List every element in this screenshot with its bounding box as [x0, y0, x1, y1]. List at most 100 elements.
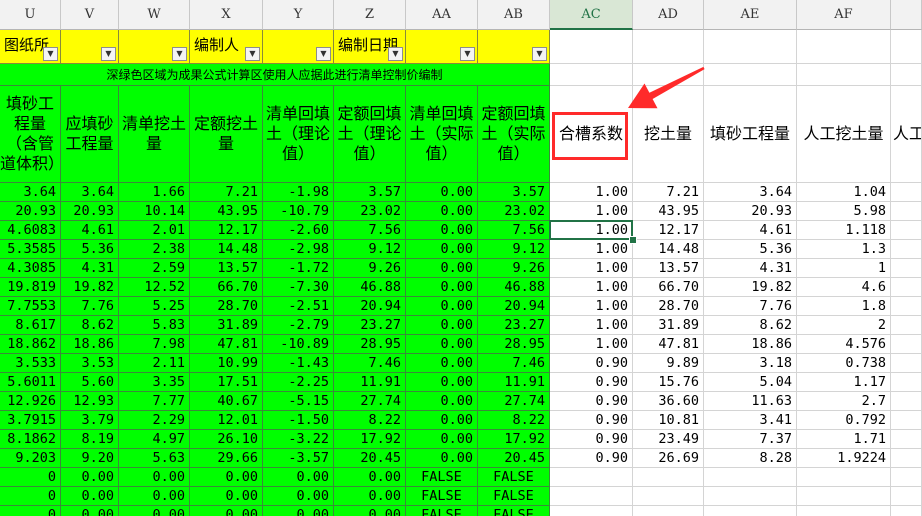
- data-cell[interactable]: [891, 392, 922, 411]
- column-title-8[interactable]: 合槽系数: [550, 86, 633, 183]
- filter-cell[interactable]: 编制人 ▼: [190, 30, 263, 64]
- data-cell[interactable]: 3.41: [704, 411, 797, 430]
- data-cell[interactable]: 1.00: [550, 316, 633, 335]
- column-header-ac[interactable]: AC: [550, 0, 633, 30]
- data-cell[interactable]: 20.93: [61, 202, 119, 221]
- data-cell[interactable]: 0.00: [406, 297, 478, 316]
- data-cell[interactable]: 9.26: [478, 259, 550, 278]
- data-cell[interactable]: 1.00: [550, 183, 633, 202]
- data-cell[interactable]: 12.52: [119, 278, 190, 297]
- data-cell[interactable]: FALSE: [478, 506, 550, 516]
- empty-cell[interactable]: [704, 30, 797, 64]
- data-cell[interactable]: 11.63: [704, 392, 797, 411]
- data-cell[interactable]: 28.95: [334, 335, 406, 354]
- data-cell[interactable]: [891, 449, 922, 468]
- column-title-0[interactable]: 填砂工程量（含管道体积）: [0, 86, 61, 183]
- data-cell[interactable]: [633, 487, 704, 506]
- data-cell[interactable]: 12.17: [633, 221, 704, 240]
- data-cell[interactable]: [891, 297, 922, 316]
- data-cell[interactable]: 7.46: [478, 354, 550, 373]
- data-cell[interactable]: 7.76: [704, 297, 797, 316]
- data-cell[interactable]: 18.862: [0, 335, 61, 354]
- data-cell[interactable]: 0.00: [406, 240, 478, 259]
- data-cell[interactable]: 0.00: [61, 506, 119, 516]
- data-cell[interactable]: 0.00: [406, 221, 478, 240]
- data-cell[interactable]: 40.67: [190, 392, 263, 411]
- data-cell[interactable]: 0.00: [263, 506, 334, 516]
- filter-cell[interactable]: 图纸所 ▼: [0, 30, 61, 64]
- empty-cell[interactable]: [797, 30, 891, 64]
- data-cell[interactable]: FALSE: [406, 506, 478, 516]
- dropdown-arrow-icon[interactable]: ▼: [101, 47, 116, 61]
- data-cell[interactable]: 1.00: [550, 297, 633, 316]
- column-title-11[interactable]: 人工挖土量: [797, 86, 891, 183]
- data-cell[interactable]: 43.95: [190, 202, 263, 221]
- data-cell[interactable]: FALSE: [406, 487, 478, 506]
- data-cell[interactable]: 14.48: [190, 240, 263, 259]
- data-cell[interactable]: -7.30: [263, 278, 334, 297]
- data-cell[interactable]: [633, 468, 704, 487]
- data-cell[interactable]: 1.04: [797, 183, 891, 202]
- data-cell[interactable]: 46.88: [478, 278, 550, 297]
- column-header-ab[interactable]: AB: [478, 0, 550, 30]
- data-cell[interactable]: 23.27: [478, 316, 550, 335]
- data-cell[interactable]: 0.738: [797, 354, 891, 373]
- column-header-v[interactable]: V: [61, 0, 119, 30]
- data-cell[interactable]: 1.9224: [797, 449, 891, 468]
- data-cell[interactable]: 0.00: [406, 259, 478, 278]
- empty-cell[interactable]: [633, 64, 704, 86]
- data-cell[interactable]: 18.86: [704, 335, 797, 354]
- data-cell[interactable]: [891, 221, 922, 240]
- data-cell[interactable]: -3.57: [263, 449, 334, 468]
- data-cell[interactable]: 31.89: [633, 316, 704, 335]
- data-cell[interactable]: 1.00: [550, 259, 633, 278]
- data-cell[interactable]: [550, 506, 633, 516]
- data-cell[interactable]: FALSE: [478, 468, 550, 487]
- column-title-7[interactable]: 定额回填土（实际值）: [478, 86, 550, 183]
- data-cell[interactable]: 0.00: [406, 449, 478, 468]
- data-cell[interactable]: 7.7553: [0, 297, 61, 316]
- data-cell[interactable]: FALSE: [478, 487, 550, 506]
- filter-cell[interactable]: ▼: [119, 30, 190, 64]
- data-cell[interactable]: -1.50: [263, 411, 334, 430]
- data-cell[interactable]: 28.70: [633, 297, 704, 316]
- dropdown-arrow-icon[interactable]: ▼: [172, 47, 187, 61]
- data-cell[interactable]: 13.57: [633, 259, 704, 278]
- data-cell[interactable]: 4.31: [61, 259, 119, 278]
- data-cell[interactable]: 0.00: [406, 335, 478, 354]
- data-cell[interactable]: 1.3: [797, 240, 891, 259]
- filter-cell[interactable]: ▼: [263, 30, 334, 64]
- data-cell[interactable]: 7.21: [633, 183, 704, 202]
- data-cell[interactable]: -10.79: [263, 202, 334, 221]
- data-cell[interactable]: 1.00: [550, 221, 633, 240]
- data-cell[interactable]: 0.90: [550, 430, 633, 449]
- data-cell[interactable]: [704, 506, 797, 516]
- data-cell[interactable]: 7.98: [119, 335, 190, 354]
- data-cell[interactable]: FALSE: [406, 468, 478, 487]
- column-header-z[interactable]: Z: [334, 0, 406, 30]
- column-title-6[interactable]: 清单回填土（实际值）: [406, 86, 478, 183]
- data-cell[interactable]: 0.00: [406, 354, 478, 373]
- data-cell[interactable]: [891, 354, 922, 373]
- data-cell[interactable]: 0.00: [119, 506, 190, 516]
- data-cell[interactable]: 17.92: [334, 430, 406, 449]
- data-cell[interactable]: 0.00: [406, 373, 478, 392]
- column-title-12[interactable]: 人工: [891, 86, 922, 183]
- data-cell[interactable]: 17.51: [190, 373, 263, 392]
- data-cell[interactable]: 5.3585: [0, 240, 61, 259]
- data-cell[interactable]: [891, 468, 922, 487]
- data-cell[interactable]: 3.57: [334, 183, 406, 202]
- data-cell[interactable]: 8.19: [61, 430, 119, 449]
- data-cell[interactable]: 0.90: [550, 392, 633, 411]
- data-cell[interactable]: 5.98: [797, 202, 891, 221]
- data-cell[interactable]: 23.02: [478, 202, 550, 221]
- data-cell[interactable]: 1.118: [797, 221, 891, 240]
- data-cell[interactable]: 0.00: [406, 411, 478, 430]
- column-header-ad[interactable]: AD: [633, 0, 704, 30]
- data-cell[interactable]: 26.69: [633, 449, 704, 468]
- column-header-ae[interactable]: AE: [704, 0, 797, 30]
- data-cell[interactable]: 3.64: [0, 183, 61, 202]
- dropdown-arrow-icon[interactable]: ▼: [43, 47, 58, 61]
- data-cell[interactable]: [891, 335, 922, 354]
- column-header-y[interactable]: Y: [263, 0, 334, 30]
